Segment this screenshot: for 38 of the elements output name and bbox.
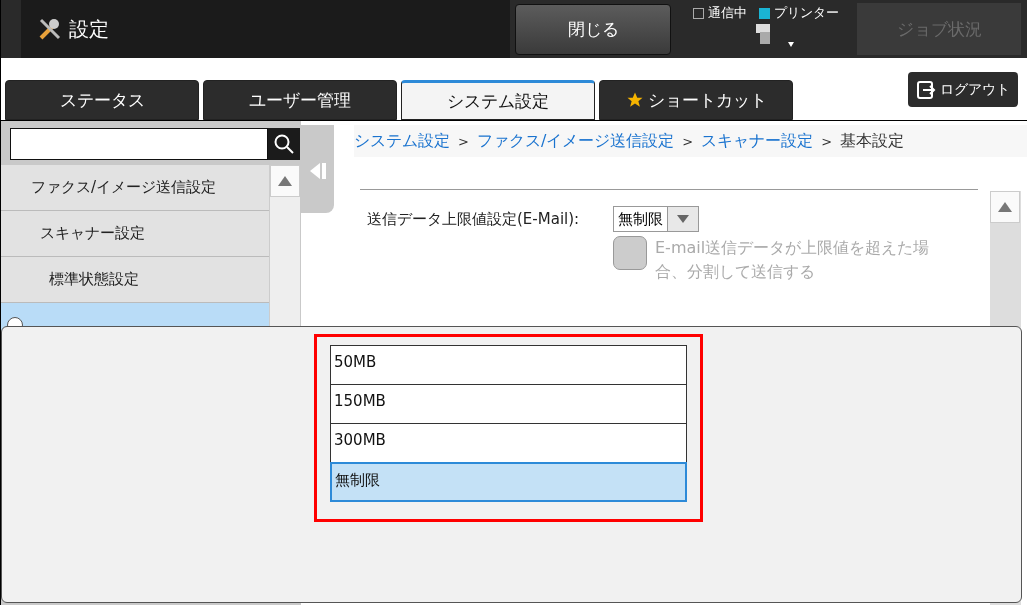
tab[interactable]: システム設定 bbox=[401, 80, 595, 120]
tab[interactable]: ステータス bbox=[5, 80, 199, 120]
up-arrow-icon bbox=[998, 202, 1012, 212]
logout-icon bbox=[916, 79, 936, 100]
star-icon bbox=[625, 91, 644, 109]
breadcrumb-link[interactable]: システム設定 bbox=[354, 130, 450, 152]
tab[interactable]: ショートカット bbox=[599, 80, 793, 120]
status-indicator: 通信中 bbox=[693, 4, 747, 22]
checkbox-label: E-mail送信データが上限値を超えた場合、分割して送信する bbox=[655, 237, 931, 283]
tab[interactable]: ユーザー管理 bbox=[203, 80, 397, 120]
scroll-up-button[interactable] bbox=[990, 191, 1020, 223]
collapse-handle[interactable] bbox=[301, 125, 334, 213]
breadcrumb-current: 基本設定 bbox=[840, 130, 905, 152]
tools-icon bbox=[37, 16, 63, 42]
dropdown-option[interactable]: 150MB bbox=[330, 384, 687, 424]
search-field[interactable] bbox=[10, 128, 268, 160]
up-arrow-icon bbox=[278, 176, 292, 186]
search-button[interactable] bbox=[268, 128, 300, 160]
dropdown-option[interactable]: 無制限 bbox=[330, 462, 687, 502]
dropdown-option[interactable]: 50MB bbox=[330, 345, 687, 385]
close-button[interactable]: 閉じる bbox=[515, 4, 671, 55]
breadcrumb-separator: > bbox=[682, 133, 694, 149]
sidebar-item[interactable]: スキャナー設定 bbox=[1, 211, 269, 257]
breadcrumb-separator: > bbox=[821, 133, 833, 149]
logout-button[interactable]: ログアウト bbox=[908, 72, 1018, 107]
search-icon bbox=[273, 133, 295, 155]
sidebar-item[interactable]: ファクス/イメージ送信設定 bbox=[1, 165, 269, 211]
window-title: 設定 bbox=[69, 15, 109, 43]
breadcrumb-separator: > bbox=[458, 133, 469, 149]
breadcrumb-link[interactable]: スキャナー設定 bbox=[701, 130, 814, 152]
size-limit-select[interactable]: 無制限 bbox=[613, 206, 699, 232]
status-indicator: プリンター bbox=[759, 4, 839, 22]
dropdown-option[interactable]: 300MB bbox=[330, 423, 687, 463]
setting-label: 送信データ上限値設定(E-Mail): bbox=[367, 209, 581, 230]
sidebar-item[interactable]: 標準状態設定 bbox=[1, 257, 269, 303]
caret-icon bbox=[677, 215, 689, 223]
breadcrumb-link[interactable]: ファクス/イメージ送信設定 bbox=[476, 130, 675, 152]
scroll-up-button[interactable] bbox=[270, 165, 300, 197]
